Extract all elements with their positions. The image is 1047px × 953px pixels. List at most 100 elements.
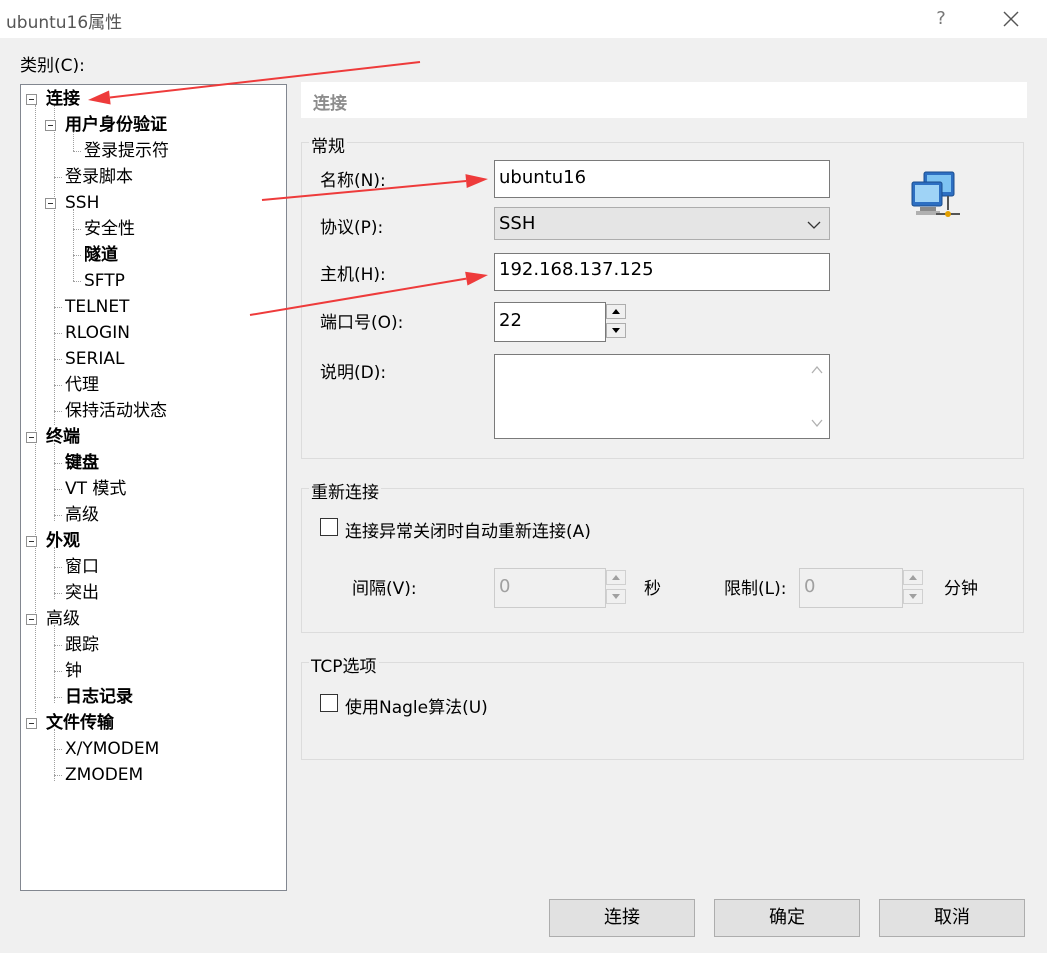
interval-field[interactable]: 0	[494, 568, 606, 608]
tree-connector	[54, 775, 62, 776]
spin-up-icon	[612, 309, 620, 314]
interval-spinner[interactable]: 0	[494, 568, 632, 608]
chevron-down-icon	[807, 221, 821, 229]
tree-item[interactable]: 登录提示符	[84, 138, 169, 164]
tree-item[interactable]: 高级	[46, 606, 80, 632]
spin-down-icon	[909, 594, 917, 599]
tree-connector	[54, 105, 55, 425]
expand-collapse-icon[interactable]	[26, 94, 37, 105]
spin-down-icon	[612, 594, 620, 599]
limit-unit: 分钟	[944, 579, 978, 599]
tree-item[interactable]: 终端	[46, 424, 80, 450]
port-spin-down[interactable]	[606, 323, 626, 338]
tree-connector	[54, 177, 62, 178]
tree-connector	[54, 567, 62, 568]
auto-reconnect-checkbox[interactable]	[320, 518, 338, 536]
limit-field[interactable]: 0	[799, 568, 903, 608]
protocol-select[interactable]: SSH	[494, 207, 830, 240]
cancel-button[interactable]: 取消	[879, 899, 1025, 937]
tree-connector	[54, 547, 55, 599]
tree-connector	[54, 359, 62, 360]
tree-connector	[54, 697, 62, 698]
tree-item[interactable]: ZMODEM	[65, 762, 143, 788]
tree-item[interactable]: 钟	[65, 658, 82, 684]
protocol-value: SSH	[499, 213, 536, 234]
host-label: 主机(H):	[320, 265, 386, 285]
tree-item[interactable]: 隧道	[84, 242, 118, 268]
tree-item[interactable]: X/YMODEM	[65, 736, 159, 762]
tree-item[interactable]: RLOGIN	[65, 320, 130, 346]
network-computers-icon	[908, 170, 964, 220]
ok-button[interactable]: 确定	[714, 899, 860, 937]
description-scrollbar[interactable]	[806, 355, 829, 438]
tree-item[interactable]: TELNET	[65, 294, 129, 320]
limit-label: 限制(L):	[724, 579, 787, 599]
tree-connector	[73, 229, 81, 230]
tree-item[interactable]: SSH	[65, 190, 99, 216]
expand-collapse-icon[interactable]	[45, 198, 56, 209]
tree-connector	[54, 463, 62, 464]
interval-spin-down[interactable]	[606, 589, 626, 604]
expand-collapse-icon[interactable]	[26, 718, 37, 729]
port-spin-up[interactable]	[606, 304, 626, 319]
section-header-title: 连接	[313, 94, 347, 114]
tree-connector	[73, 255, 81, 256]
port-spinner[interactable]: 22	[494, 302, 632, 342]
category-label: 类别(C):	[20, 56, 85, 76]
tree-connector	[73, 209, 74, 281]
tree-connector	[54, 443, 55, 521]
name-label: 名称(N):	[320, 171, 386, 191]
expand-collapse-icon[interactable]	[26, 432, 37, 443]
spin-up-icon	[909, 575, 917, 580]
category-tree[interactable]: 连接 用户身份验证 登录提示符 登录脚本 SSH 安全性 隧道 SFTP TELNET RLOGI…	[20, 84, 287, 891]
close-icon	[1003, 11, 1019, 27]
tree-item[interactable]: VT 模式	[65, 476, 126, 502]
tree-item[interactable]: 代理	[65, 372, 99, 398]
expand-collapse-icon[interactable]	[26, 536, 37, 547]
tcp-group-title: TCP选项	[309, 652, 379, 677]
tree-connector	[54, 671, 62, 672]
limit-spinner[interactable]: 0	[799, 568, 929, 608]
tree-connector	[54, 593, 62, 594]
title-bar: ubuntu16属性 ?	[0, 0, 1047, 38]
connect-button[interactable]: 连接	[549, 899, 695, 937]
reconnect-group-title: 重新连接	[309, 478, 381, 503]
host-field[interactable]: 192.168.137.125	[494, 253, 830, 291]
expand-collapse-icon[interactable]	[45, 120, 56, 131]
scrollbar-arrows	[811, 365, 823, 428]
tree-item[interactable]: 安全性	[84, 216, 135, 242]
tree-item[interactable]: 连接	[46, 86, 80, 112]
help-button[interactable]: ?	[926, 4, 956, 34]
tree-connector	[54, 749, 62, 750]
tree-item[interactable]: 跟踪	[65, 632, 99, 658]
name-field[interactable]: ubuntu16	[494, 160, 830, 198]
port-field[interactable]: 22	[494, 302, 606, 342]
tree-item[interactable]: SERIAL	[65, 346, 124, 372]
tree-connector	[54, 729, 55, 781]
nagle-checkbox[interactable]	[320, 694, 338, 712]
tree-item[interactable]: 登录脚本	[65, 164, 133, 190]
close-button[interactable]	[996, 4, 1026, 34]
tree-item[interactable]: 日志记录	[65, 684, 133, 710]
tree-item[interactable]: 突出	[65, 580, 99, 606]
tree-connector	[54, 515, 62, 516]
description-field[interactable]	[494, 354, 830, 439]
tree-item[interactable]: 外观	[46, 528, 80, 554]
tree-item[interactable]: 文件传输	[46, 710, 114, 736]
tree-item[interactable]: 窗口	[65, 554, 99, 580]
spin-down-icon	[612, 328, 620, 333]
expand-collapse-icon[interactable]	[26, 614, 37, 625]
tree-connector	[54, 385, 62, 386]
tree-item[interactable]: 保持活动状态	[65, 398, 167, 424]
limit-spin-up[interactable]	[903, 570, 923, 585]
general-group-title: 常规	[309, 132, 347, 157]
tree-connector	[54, 625, 55, 703]
tree-item[interactable]: 高级	[65, 502, 99, 528]
tree-item[interactable]: 键盘	[65, 450, 99, 476]
limit-spin-down[interactable]	[903, 589, 923, 604]
tree-item[interactable]: SFTP	[84, 268, 125, 294]
tree-item[interactable]: 用户身份验证	[65, 112, 167, 138]
tree-connector	[54, 489, 62, 490]
interval-spin-up[interactable]	[606, 570, 626, 585]
interval-label: 间隔(V):	[352, 579, 417, 599]
